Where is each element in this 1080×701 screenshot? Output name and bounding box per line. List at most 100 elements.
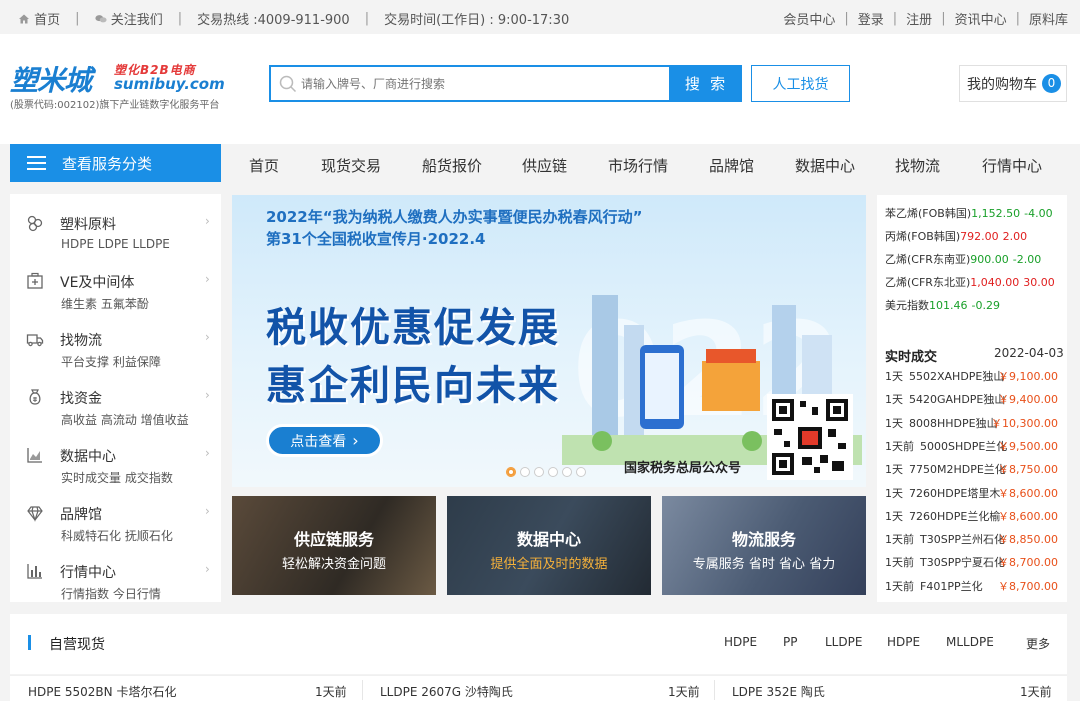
index-row[interactable]: 乙烯(CFR东北亚)1,040.00 30.00 xyxy=(885,274,1055,290)
nav-data-center[interactable]: 数据中心 xyxy=(795,155,855,176)
realtime-row[interactable]: 1天前 5000SHDPE兰化 xyxy=(885,438,1007,454)
realtime-date: 2022-04-03 xyxy=(994,346,1064,360)
filter-tab-hdpe[interactable]: HDPE xyxy=(724,635,757,649)
carousel-dot[interactable] xyxy=(506,467,516,477)
index-row[interactable]: 乙烯(CFR东南亚)900.00 -2.00 xyxy=(885,251,1041,267)
chevron-right-icon: › xyxy=(205,214,210,228)
spot-item-name[interactable]: LDPE 352E 陶氏 xyxy=(732,683,825,700)
category-item-plastic[interactable]: 塑料原料 HDPE LDPE LLDPE › xyxy=(10,202,221,260)
search-input[interactable] xyxy=(301,67,661,100)
promo-banner[interactable]: 022 2022年“我为纳税人缴费人办实事暨便民办税春风行动” 第31个全国税收… xyxy=(232,195,866,487)
category-menu-button[interactable]: 查看服务分类 xyxy=(10,144,221,182)
chevron-right-icon: › xyxy=(205,504,210,518)
category-item-logistics[interactable]: 找物流 平台支撑 利益保障 › xyxy=(10,318,221,376)
chat-icon xyxy=(94,15,107,23)
cart-count-badge: 0 xyxy=(1042,74,1061,93)
logo-cn: 塑米城 xyxy=(10,64,92,97)
carousel-dot[interactable] xyxy=(548,467,558,477)
qr-code xyxy=(767,394,853,480)
realtime-price: ￥9,400.00 xyxy=(998,393,1058,407)
nav-market[interactable]: 市场行情 xyxy=(608,155,668,176)
nav-home[interactable]: 首页 xyxy=(249,155,279,176)
follow-link[interactable]: 关注我们 xyxy=(94,9,163,28)
nav-supply-chain[interactable]: 供应链 xyxy=(522,155,567,176)
header: 塑米城 塑化B2B电商 sumibuy.com (股票代码:002102)旗下产… xyxy=(0,34,1080,144)
chevron-right-icon: › xyxy=(205,562,210,576)
realtime-row[interactable]: 1天 5502XAHDPE独山 xyxy=(885,368,1004,384)
category-item-funds[interactable]: 找资金 高收益 高流动 增值收益 › xyxy=(10,376,221,434)
carousel-dot[interactable] xyxy=(534,467,544,477)
nav-ship-quote[interactable]: 船货报价 xyxy=(422,155,482,176)
realtime-price: ￥8,850.00 xyxy=(998,533,1058,547)
filter-tab-mlldpe[interactable]: MLLDPE xyxy=(946,635,994,649)
index-row[interactable]: 苯乙烯(FOB韩国)1,152.50 -4.00 xyxy=(885,205,1053,221)
realtime-row[interactable]: 1天 7260HDPE塔里木 xyxy=(885,485,1000,501)
carousel-dot[interactable] xyxy=(562,467,572,477)
more-link[interactable]: 更多 xyxy=(1026,635,1050,652)
realtime-price: ￥9,100.00 xyxy=(998,370,1058,383)
spot-item-name[interactable]: LLDPE 2607G 沙特陶氏 xyxy=(380,683,513,700)
nav-brand-hall[interactable]: 品牌馆 xyxy=(709,155,754,176)
banner-headline-2: 惠企利民向未来 xyxy=(266,363,560,409)
banner-line-1: 2022年“我为纳税人缴费人办实事暨便民办税春风行动” xyxy=(266,208,643,226)
banner-view-button[interactable]: 点击查看 › xyxy=(266,424,383,457)
filter-tab-lldpe[interactable]: LLDPE xyxy=(825,635,862,649)
filter-tab-hdpe-2[interactable]: HDPE xyxy=(887,635,920,649)
realtime-row[interactable]: 1天 7260HDPE兰化榆 xyxy=(885,508,1000,524)
category-item-data[interactable]: 数据中心 实时成交量 成交指数 › xyxy=(10,434,221,492)
main-nav: 查看服务分类 首页 现货交易 船货报价 供应链 市场行情 品牌馆 数据中心 找物… xyxy=(0,144,1080,184)
login-link[interactable]: 登录 xyxy=(858,9,884,28)
register-link[interactable]: 注册 xyxy=(906,9,932,28)
realtime-row[interactable]: 1天 7750M2HDPE兰化 xyxy=(885,461,1006,477)
cart-button[interactable]: 我的购物车 0 xyxy=(959,65,1067,102)
site-logo[interactable]: 塑米城 塑化B2B电商 sumibuy.com (股票代码:002102)旗下产… xyxy=(10,59,225,111)
category-item-ve[interactable]: VE及中间体 维生素 五氟苯酚 › xyxy=(10,260,221,318)
realtime-row[interactable]: 1天前 F401PP兰化 xyxy=(885,578,983,594)
logo-en: sumibuy.com xyxy=(114,75,225,93)
realtime-row[interactable]: 1天前 T30SPP兰州石化 xyxy=(885,531,1005,547)
realtime-row[interactable]: 1天前 T30SPP宁夏石化 xyxy=(885,554,1005,570)
tile-data-center[interactable]: 数据中心 提供全面及时的数据 xyxy=(447,496,651,595)
home-icon xyxy=(19,14,29,24)
category-item-quotes[interactable]: 行情中心 行情指数 今日行情 › xyxy=(10,550,221,608)
cart-label: 我的购物车 xyxy=(967,76,1037,93)
spot-item-name[interactable]: HDPE 5502BN 卡塔尔石化 xyxy=(28,683,176,700)
realtime-price: ￥8,750.00 xyxy=(998,463,1058,477)
self-operated-section: 自营现货 HDPE PP LLDPE HDPE MLLDPE 更多 xyxy=(10,614,1067,674)
hours-text: 交易时间(工作日) : 9:00-17:30 xyxy=(384,13,570,28)
material-library-link[interactable]: 原料库 xyxy=(1029,9,1068,28)
carousel-dots xyxy=(506,467,586,477)
member-center-link[interactable]: 会员中心 xyxy=(783,9,835,28)
search-button[interactable]: 搜 索 xyxy=(671,65,742,102)
carousel-dot[interactable] xyxy=(520,467,530,477)
qr-code-image xyxy=(772,399,848,475)
nav-spot-trade[interactable]: 现货交易 xyxy=(321,155,381,176)
nav-logistics[interactable]: 找物流 xyxy=(895,155,940,176)
realtime-price: ￥9,500.00 xyxy=(998,439,1058,453)
manual-find-button[interactable]: 人工找货 xyxy=(751,65,850,102)
chevron-right-icon: › xyxy=(352,431,359,450)
chevron-right-icon: › xyxy=(205,272,210,286)
index-row[interactable]: 美元指数101.46 -0.29 xyxy=(885,297,1000,313)
nav-quote-center[interactable]: 行情中心 xyxy=(982,155,1042,176)
realtime-row[interactable]: 1天 5420GAHDPE独山 xyxy=(885,391,1005,407)
home-link[interactable]: 首页 xyxy=(18,9,60,28)
filter-tab-pp[interactable]: PP xyxy=(783,635,797,649)
menu-icon xyxy=(27,156,46,170)
category-item-brand[interactable]: 品牌馆 科威特石化 抚顺石化 › xyxy=(10,492,221,550)
search-box xyxy=(269,65,671,102)
section-accent-bar xyxy=(28,635,31,650)
realtime-price: ￥8,700.00 xyxy=(998,556,1058,570)
news-center-link[interactable]: 资讯中心 xyxy=(955,9,1007,28)
tile-logistics[interactable]: 物流服务 专属服务 省时 省心 省力 xyxy=(662,496,866,595)
tile-supply-chain[interactable]: 供应链服务 轻松解决资金问题 xyxy=(232,496,436,595)
carousel-dot[interactable] xyxy=(576,467,586,477)
realtime-row[interactable]: 1天 8008HHDPE独山 xyxy=(885,415,998,431)
index-row[interactable]: 丙烯(FOB韩国)792.00 2.00 xyxy=(885,228,1027,244)
money-bag-icon xyxy=(29,389,41,405)
section-title: 自营现货 xyxy=(49,637,105,653)
spot-list-row: HDPE 5502BN 卡塔尔石化 1天前 LLDPE 2607G 沙特陶氏 1… xyxy=(10,675,1067,701)
spot-item-time: 1天前 xyxy=(1020,685,1052,699)
banner-headline-1: 税收优惠促发展 xyxy=(266,305,560,351)
realtime-price: ￥8,700.00 xyxy=(998,579,1058,593)
